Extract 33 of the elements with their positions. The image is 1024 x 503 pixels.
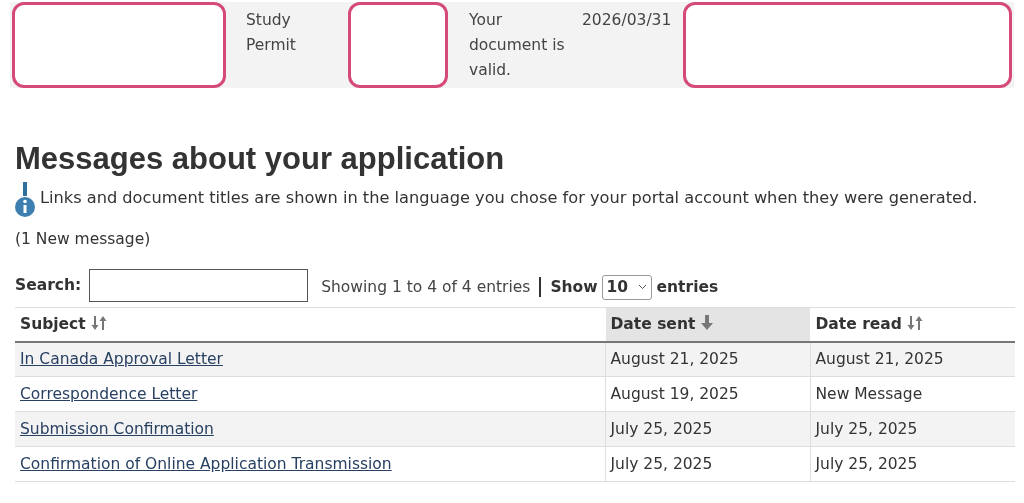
page-heading: Messages about your application — [15, 140, 506, 178]
table-cell: New Message — [810, 376, 1015, 412]
info-note: Links and document titles are shown in the language you chose for your portal account when they were generated. — [40, 187, 978, 209]
divider — [539, 277, 542, 298]
table-cell: July 25, 2025 — [605, 446, 810, 482]
info-icon — [14, 182, 36, 218]
sort-down-icon — [701, 314, 714, 330]
document-status: Your document is valid. — [469, 10, 566, 81]
entries-select[interactable]: 10 — [601, 274, 652, 300]
table-cell: August 21, 2025 — [605, 341, 810, 377]
entries-label: entries — [656, 276, 719, 298]
expiry-date: 2026/03/31 — [582, 10, 673, 31]
table-cell: August 19, 2025 — [605, 376, 810, 412]
sort-icon — [906, 314, 923, 331]
table-cell: July 25, 2025 — [810, 446, 1015, 482]
show-label: Show — [550, 276, 598, 298]
message-link[interactable]: Correspondence Letter — [20, 384, 198, 403]
column-header[interactable]: Date read — [810, 307, 1015, 342]
search-field[interactable] — [89, 268, 309, 302]
column-header[interactable]: Date sent — [605, 307, 810, 342]
table-cell: July 25, 2025 — [605, 411, 810, 447]
column-header[interactable]: Subject — [15, 307, 605, 342]
message-link[interactable]: In Canada Approval Letter — [20, 349, 223, 368]
search-label: Search: — [15, 274, 82, 296]
document-type: Study Permit — [246, 10, 297, 56]
new-message-count: (1 New message) — [15, 229, 152, 250]
entries-info: Showing 1 to 4 of 4 entries — [321, 276, 531, 298]
message-link[interactable]: Submission Confirmation — [20, 419, 214, 438]
table-cell: July 25, 2025 — [810, 411, 1015, 447]
message-link[interactable]: Confirmation of Online Application Transmission — [20, 454, 392, 473]
table-cell: August 21, 2025 — [810, 341, 1015, 377]
caret-icon — [637, 284, 647, 291]
sort-icon — [90, 314, 107, 331]
